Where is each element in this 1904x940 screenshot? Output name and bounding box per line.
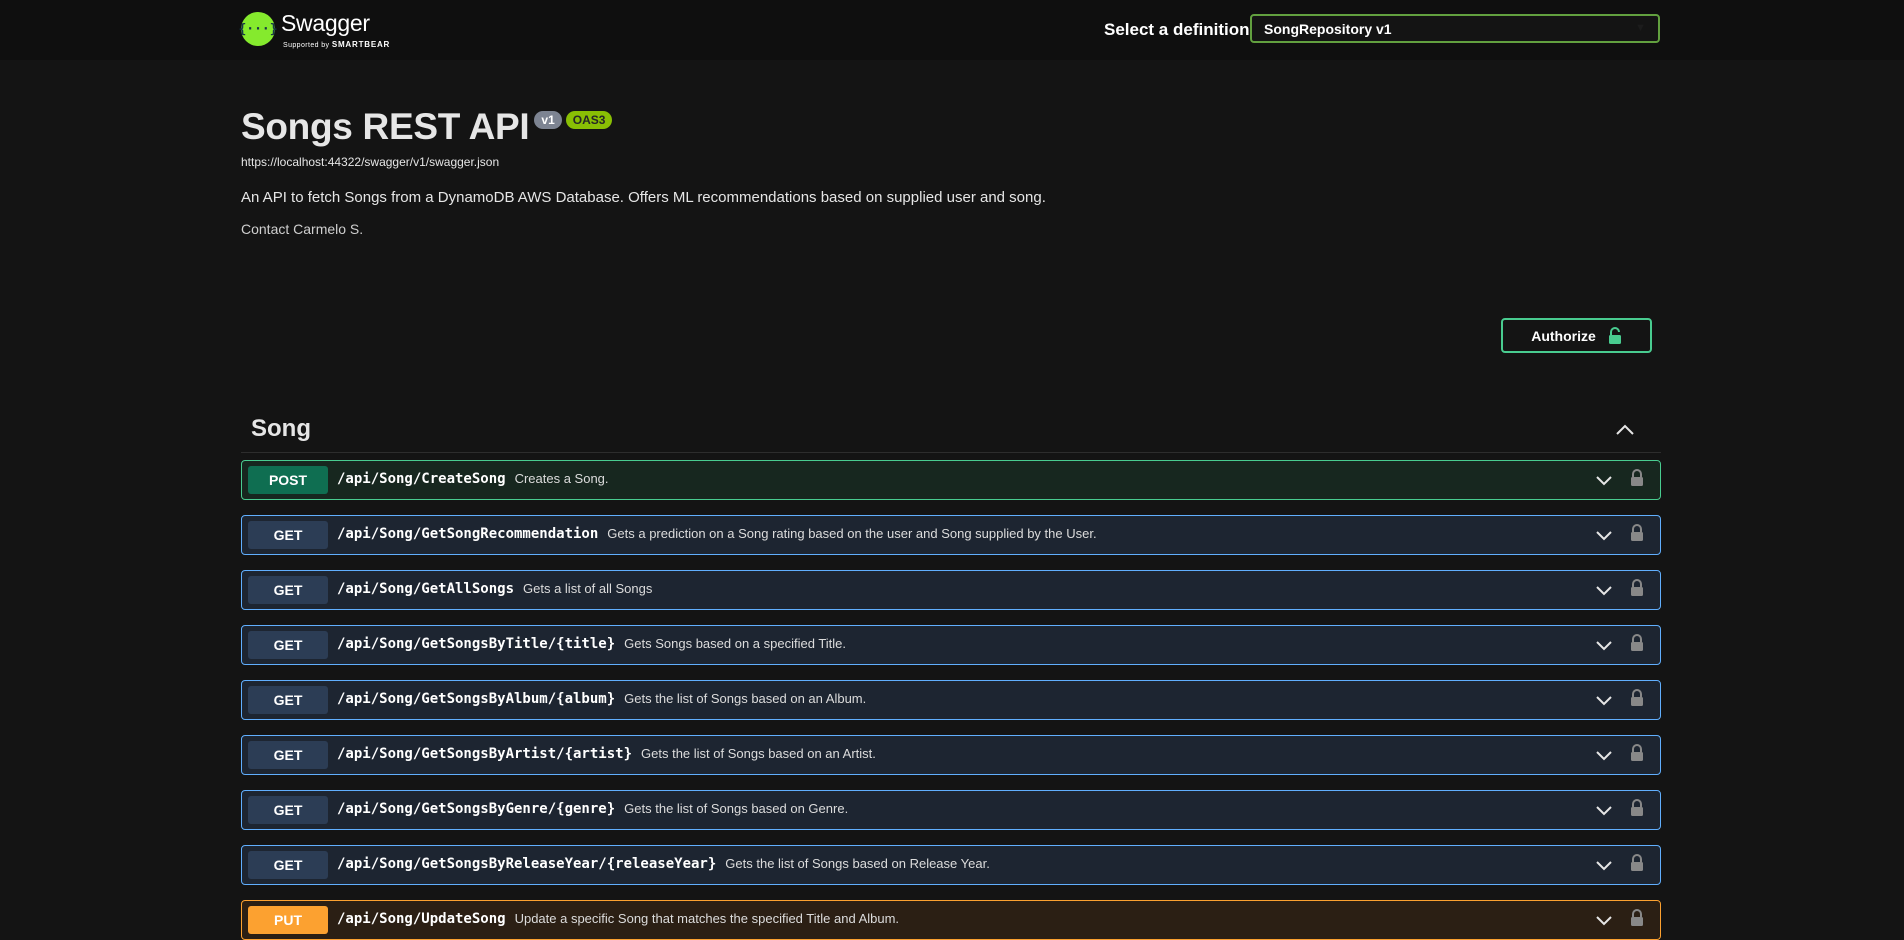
operation-get-songs-by-album[interactable]: GET /api/Song/GetSongsByAlbum/{album} Get… xyxy=(241,680,1661,720)
operation-update-song[interactable]: PUT /api/Song/UpdateSong Update a specifi… xyxy=(241,900,1661,940)
logo-name: Swagger xyxy=(281,10,370,36)
method-badge: GET xyxy=(248,686,328,714)
chevron-up-icon[interactable] xyxy=(1615,422,1635,436)
method-badge: GET xyxy=(248,796,328,824)
method-badge: GET xyxy=(248,741,328,769)
operation-summary: Gets Songs based on a specified Title. xyxy=(624,636,847,651)
definition-select[interactable]: SongRepository v1 ▼ xyxy=(1250,14,1660,43)
version-badge: v1 xyxy=(534,111,562,129)
chevron-down-icon[interactable] xyxy=(1595,639,1613,651)
oas-badge: OAS3 xyxy=(565,111,613,129)
operation-get-songs-by-artist[interactable]: GET /api/Song/GetSongsByArtist/{artist} G… xyxy=(241,735,1661,775)
lock-icon[interactable] xyxy=(1630,909,1644,927)
lock-icon[interactable] xyxy=(1630,744,1644,762)
operation-summary: Gets the list of Songs based on an Album… xyxy=(624,691,867,706)
chevron-down-icon[interactable] xyxy=(1595,529,1613,541)
authorize-label: Authorize xyxy=(1531,327,1596,344)
operation-get-songs-by-release-year[interactable]: GET /api/Song/GetSongsByReleaseYear/{rel… xyxy=(241,845,1661,885)
operation-path: /api/Song/CreateSong xyxy=(337,471,506,487)
operation-get-song-recommendation[interactable]: GET /api/Song/GetSongRecommendation Gets … xyxy=(241,515,1661,555)
operation-path: /api/Song/UpdateSong xyxy=(337,911,506,927)
chevron-down-icon[interactable] xyxy=(1595,749,1613,761)
operation-get-songs-by-title[interactable]: GET /api/Song/GetSongsByTitle/{title} Get… xyxy=(241,625,1661,665)
page-title: Songs REST API xyxy=(241,106,530,147)
swagger-logo[interactable]: {···} Swagger Supported by SMARTBEAR xyxy=(238,10,389,49)
lock-icon[interactable] xyxy=(1630,689,1644,707)
chevron-down-icon[interactable] xyxy=(1595,694,1613,706)
operation-summary: Gets the list of Songs based on Genre. xyxy=(624,801,849,816)
lock-icon[interactable] xyxy=(1630,634,1644,652)
operation-get-all-songs[interactable]: GET /api/Song/GetAllSongs Gets a list of … xyxy=(241,570,1661,610)
operation-path: /api/Song/GetSongsByAlbum/{album} xyxy=(337,691,616,707)
operation-summary: Gets a list of all Songs xyxy=(523,581,653,596)
method-badge: GET xyxy=(248,631,328,659)
operation-summary: Gets the list of Songs based on an Artis… xyxy=(641,746,876,761)
spec-url-link[interactable]: https://localhost:44322/swagger/v1/swagg… xyxy=(241,155,499,169)
section-title: Song xyxy=(251,415,311,442)
method-badge: PUT xyxy=(248,906,328,934)
lock-icon[interactable] xyxy=(1630,524,1644,542)
operation-path: /api/Song/GetAllSongs xyxy=(337,581,515,597)
top-bar: {···} Swagger Supported by SMARTBEAR Sel… xyxy=(0,0,1904,60)
operation-summary: Gets a prediction on a Song rating based… xyxy=(607,526,1097,541)
lock-icon[interactable] xyxy=(1630,854,1644,872)
operation-path: /api/Song/GetSongRecommendation xyxy=(337,526,599,542)
lock-icon[interactable] xyxy=(1630,579,1644,597)
chevron-down-icon: ▼ xyxy=(1635,22,1646,34)
section-header-song[interactable]: Song xyxy=(241,408,1661,453)
operation-path: /api/Song/GetSongsByReleaseYear/{release… xyxy=(337,856,717,872)
definition-selected-value: SongRepository v1 xyxy=(1264,20,1392,37)
unlocked-icon xyxy=(1608,326,1621,344)
chevron-down-icon[interactable] xyxy=(1595,914,1613,926)
operation-path: /api/Song/GetSongsByTitle/{title} xyxy=(337,636,616,652)
logo-subtitle: Supported by SMARTBEAR xyxy=(283,40,391,49)
chevron-down-icon[interactable] xyxy=(1595,859,1613,871)
operation-get-songs-by-genre[interactable]: GET /api/Song/GetSongsByGenre/{genre} Get… xyxy=(241,790,1661,830)
api-description: An API to fetch Songs from a DynamoDB AW… xyxy=(241,189,1046,206)
operation-path: /api/Song/GetSongsByArtist/{artist} xyxy=(337,746,633,762)
lock-icon[interactable] xyxy=(1630,799,1644,817)
swagger-logo-icon: {···} xyxy=(238,12,278,46)
lock-icon[interactable] xyxy=(1630,469,1644,487)
authorize-button[interactable]: Authorize xyxy=(1501,318,1652,353)
method-badge: GET xyxy=(248,521,328,549)
api-title-row: Songs REST API v1 OAS3 xyxy=(241,106,613,148)
contact-link[interactable]: Contact Carmelo S. xyxy=(241,221,363,237)
method-badge: POST xyxy=(248,466,328,494)
chevron-down-icon[interactable] xyxy=(1595,804,1613,816)
chevron-down-icon[interactable] xyxy=(1595,474,1613,486)
operation-summary: Creates a Song. xyxy=(514,471,609,486)
operation-summary: Update a specific Song that matches the … xyxy=(514,911,900,926)
operation-path: /api/Song/GetSongsByGenre/{genre} xyxy=(337,801,616,817)
method-badge: GET xyxy=(248,851,328,879)
method-badge: GET xyxy=(248,576,328,604)
definition-label: Select a definition xyxy=(1104,20,1250,39)
operation-create-song[interactable]: POST /api/Song/CreateSong Creates a Song. xyxy=(241,460,1661,500)
operation-summary: Gets the list of Songs based on Release … xyxy=(725,856,990,871)
chevron-down-icon[interactable] xyxy=(1595,584,1613,596)
